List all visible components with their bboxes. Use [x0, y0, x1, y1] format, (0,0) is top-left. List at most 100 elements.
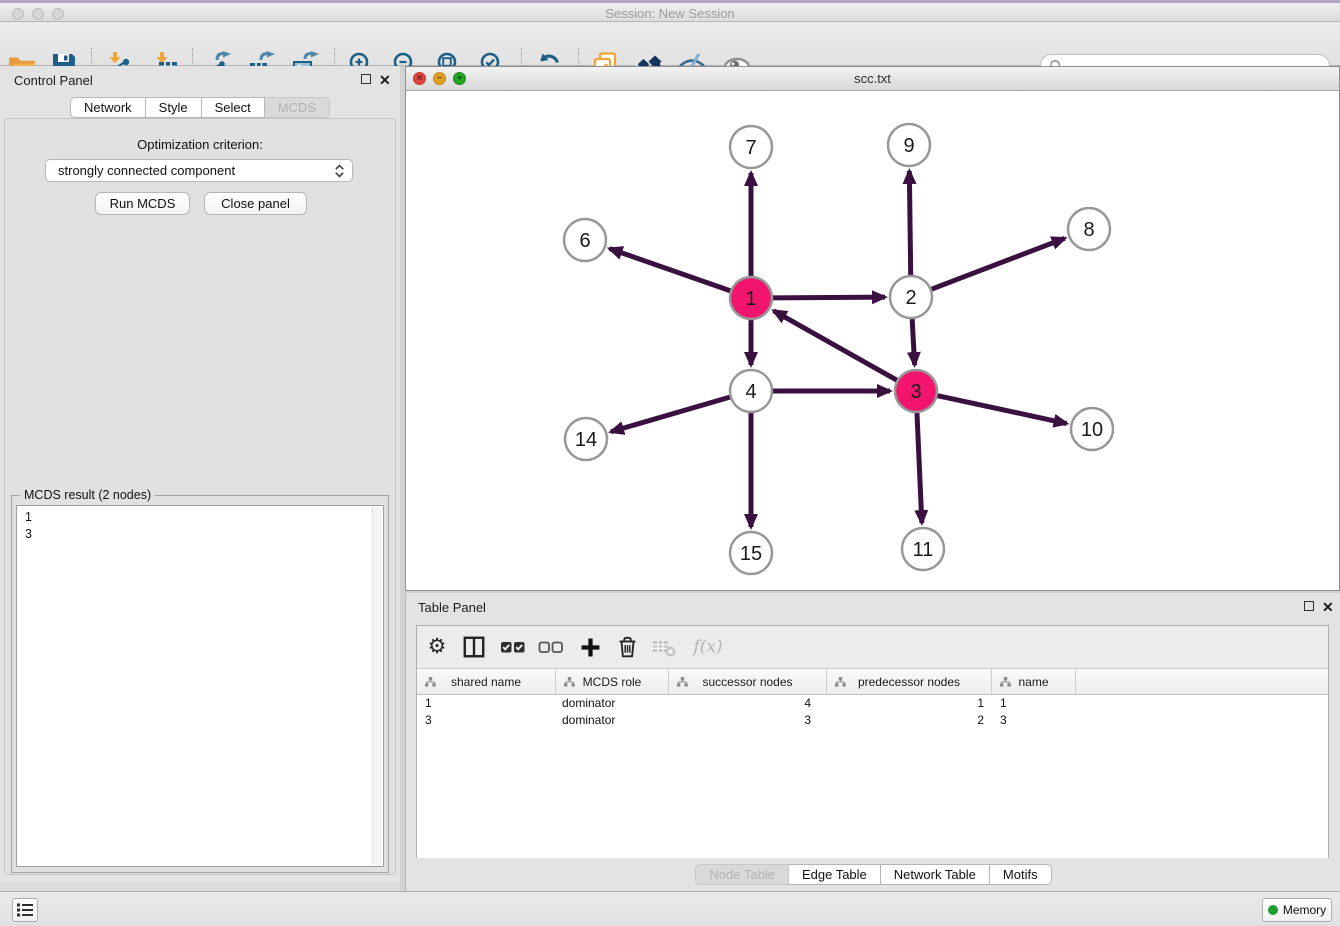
- select-all-button[interactable]: [499, 633, 527, 661]
- graph-node-4[interactable]: 4: [730, 370, 772, 412]
- graph-edge-1-2[interactable]: [773, 297, 885, 298]
- network-graph[interactable]: 7 9 6 8 1 2 4 3 14 10 15 11: [406, 91, 1339, 590]
- network-window-title: scc.txt: [406, 71, 1339, 86]
- graph-edge-2-9[interactable]: [909, 171, 910, 275]
- application-window: Session: New Session: [0, 0, 1340, 926]
- graph-edge-2-8[interactable]: [932, 238, 1065, 289]
- hierarchy-icon: [425, 677, 436, 687]
- graph-edge-3-1[interactable]: [774, 311, 897, 380]
- mcds-result-line: 1: [25, 509, 375, 526]
- control-panel: Control Panel ✕ NetworkStyleSelectMCDS O…: [0, 66, 400, 883]
- graph-node-9[interactable]: 9: [888, 124, 930, 166]
- delete-row-button[interactable]: [613, 633, 641, 661]
- column-header-shared-name[interactable]: shared name: [417, 669, 556, 695]
- close-table-panel-button[interactable]: ✕: [1322, 601, 1334, 613]
- tab-mcds[interactable]: MCDS: [265, 97, 330, 118]
- tab-network-table[interactable]: Network Table: [881, 864, 990, 885]
- graph-edge-1-6[interactable]: [610, 249, 731, 291]
- table-cell[interactable]: 3: [669, 712, 827, 729]
- table-header-row: shared nameMCDS rolesuccessor nodesprede…: [417, 669, 1328, 695]
- column-header-predecessor-nodes[interactable]: predecessor nodes: [827, 669, 992, 695]
- mcds-result-fieldset: MCDS result (2 nodes) 13: [11, 495, 389, 873]
- table-cell[interactable]: 1: [827, 695, 992, 712]
- graph-node-3[interactable]: 3: [895, 370, 937, 412]
- tab-select[interactable]: Select: [202, 97, 265, 118]
- column-header-MCDS-role[interactable]: MCDS role: [556, 669, 669, 695]
- toggle-column-display-button[interactable]: [460, 633, 488, 661]
- dropdown-stepper-icon: [334, 163, 345, 185]
- table-cell[interactable]: 3: [992, 712, 1076, 729]
- svg-text:9: 9: [903, 135, 914, 157]
- graph-node-2[interactable]: 2: [890, 276, 932, 318]
- control-panel-header: Control Panel ✕: [0, 66, 400, 94]
- table-cell[interactable]: 4: [669, 695, 827, 712]
- mcds-result-box: 13: [16, 505, 384, 867]
- function-builder-button[interactable]: f(x): [688, 633, 728, 661]
- network-canvas[interactable]: 7 9 6 8 1 2 4 3 14 10 15 11: [406, 91, 1339, 590]
- graph-node-6[interactable]: 6: [564, 219, 606, 261]
- graph-edge-4-14[interactable]: [611, 397, 730, 432]
- tab-motifs[interactable]: Motifs: [990, 864, 1052, 885]
- graph-node-1[interactable]: 1: [730, 277, 772, 319]
- node-table: ⚙ f(x): [416, 625, 1329, 858]
- table-cell[interactable]: dominator: [556, 712, 669, 729]
- run-mcds-button[interactable]: Run MCDS: [95, 192, 190, 215]
- tab-node-table[interactable]: Node Table: [695, 864, 789, 885]
- result-scrollbar[interactable]: [372, 507, 382, 865]
- tab-style[interactable]: Style: [146, 97, 202, 118]
- delete-table-button[interactable]: [650, 633, 678, 661]
- table-settings-button[interactable]: ⚙: [423, 633, 451, 661]
- mcds-result-line: 3: [25, 526, 375, 543]
- unchecked-boxes-icon: [538, 634, 564, 660]
- table-panel-header: Table Panel ✕: [406, 593, 1340, 619]
- close-panel-button[interactable]: ✕: [379, 74, 391, 86]
- graph-node-14[interactable]: 14: [565, 418, 607, 460]
- task-history-button[interactable]: [12, 898, 38, 922]
- float-panel-button[interactable]: [361, 74, 371, 84]
- table-cell[interactable]: dominator: [556, 695, 669, 712]
- table-cell[interactable]: 1: [417, 695, 556, 712]
- graph-node-15[interactable]: 15: [730, 532, 772, 574]
- svg-text:10: 10: [1081, 419, 1103, 441]
- close-mcds-panel-button[interactable]: Close panel: [204, 192, 307, 215]
- mcds-result-title: MCDS result (2 nodes): [20, 488, 155, 502]
- float-table-panel-button[interactable]: [1304, 601, 1314, 611]
- tab-edge-table[interactable]: Edge Table: [789, 864, 881, 885]
- tab-network[interactable]: Network: [70, 97, 146, 118]
- table-row[interactable]: 1dominator411: [417, 695, 1328, 712]
- add-row-button[interactable]: [576, 633, 604, 661]
- table-row[interactable]: 3dominator323: [417, 712, 1328, 729]
- checked-boxes-icon: [500, 634, 526, 660]
- main-toolbar: [0, 22, 1340, 66]
- memory-button[interactable]: Memory: [1262, 898, 1332, 922]
- criterion-value: strongly connected component: [58, 163, 235, 178]
- svg-text:11: 11: [913, 539, 934, 561]
- svg-text:2: 2: [905, 287, 916, 309]
- control-panel-title: Control Panel: [14, 73, 93, 88]
- graph-node-7[interactable]: 7: [730, 126, 772, 168]
- table-panel-title: Table Panel: [418, 600, 486, 615]
- criterion-dropdown[interactable]: strongly connected component: [45, 159, 353, 182]
- table-cell[interactable]: 3: [417, 712, 556, 729]
- svg-text:1: 1: [745, 288, 756, 310]
- deselect-all-button[interactable]: [537, 633, 565, 661]
- graph-edge-3-11[interactable]: [917, 413, 922, 523]
- svg-text:3: 3: [910, 381, 921, 403]
- graph-node-8[interactable]: 8: [1068, 208, 1110, 250]
- hierarchy-icon: [835, 677, 846, 687]
- table-cell[interactable]: 1: [992, 695, 1076, 712]
- svg-text:15: 15: [740, 543, 762, 565]
- column-header-name[interactable]: name: [992, 669, 1076, 695]
- column-header-successor-nodes[interactable]: successor nodes: [669, 669, 827, 695]
- graph-edge-3-10[interactable]: [938, 396, 1067, 424]
- graph-node-11[interactable]: 11: [902, 528, 944, 570]
- graph-edge-2-3[interactable]: [912, 319, 914, 365]
- svg-text:14: 14: [575, 429, 597, 451]
- mcds-panel: Optimization criterion: strongly connect…: [4, 118, 396, 875]
- graph-node-10[interactable]: 10: [1071, 408, 1113, 450]
- app-title: Session: New Session: [0, 6, 1340, 21]
- table-tabs: Node TableEdge TableNetwork TableMotifs: [406, 864, 1340, 885]
- columns-icon: [462, 635, 486, 659]
- table-cell[interactable]: 2: [827, 712, 992, 729]
- svg-text:7: 7: [745, 137, 756, 159]
